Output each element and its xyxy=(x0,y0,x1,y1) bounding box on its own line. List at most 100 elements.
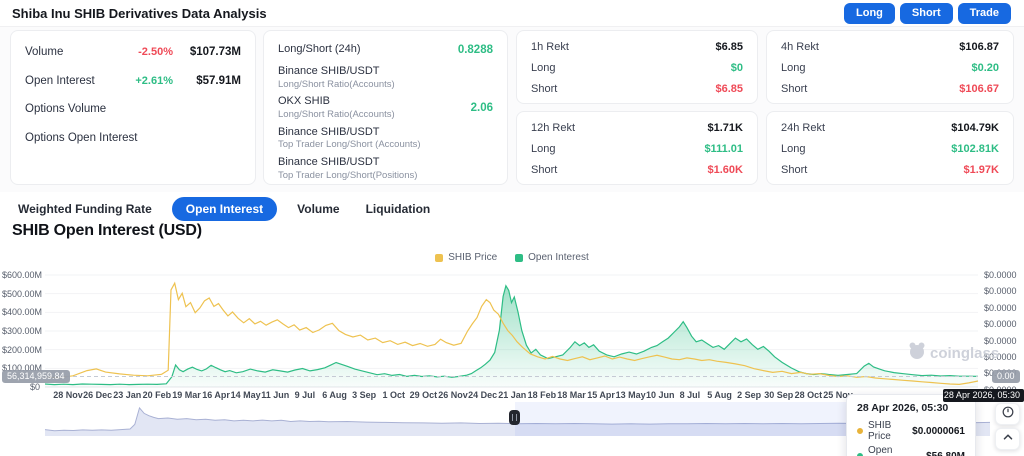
rekt-value: $1.71K xyxy=(707,121,743,134)
header-action-short[interactable]: Short xyxy=(899,3,953,24)
rekt-row: Short $1.97K xyxy=(767,159,1013,180)
rekt-label: Short xyxy=(781,163,808,176)
rekt-row: Long $0 xyxy=(517,57,757,78)
navigator-left-handle[interactable] xyxy=(509,410,521,425)
rekt-value: $106.87 xyxy=(959,40,999,53)
chart-settings-button[interactable] xyxy=(995,403,1020,425)
right-axis-tick: $0.0000 xyxy=(984,319,1017,330)
header-action-trade[interactable]: Trade xyxy=(957,3,1011,24)
ratio-texts: Binance SHIB/USDT Top Trader Long/Short(P… xyxy=(278,156,493,182)
rekt-row: Short $6.85 xyxy=(517,78,757,99)
stats-label: Open Interest xyxy=(25,74,95,87)
rekt-row: Long $102.81K xyxy=(767,138,1013,159)
legend-swatch xyxy=(435,253,444,262)
tooltip-date: 28 Apr 2026, 05:30 xyxy=(857,402,949,414)
crosshair-date-badge: 28 Apr 2026, 05:30 xyxy=(943,389,1024,402)
right-axis-tick: $0.0000 xyxy=(984,270,1017,280)
stats-label: Options Open Interest xyxy=(25,131,138,144)
ratio-subtitle: Long/Short Ratio(Accounts) xyxy=(278,109,395,121)
stats-row: Options Open Interest xyxy=(11,124,255,153)
rekt-value: $6.85 xyxy=(715,40,743,53)
rekt-label: 24h Rekt xyxy=(781,121,826,134)
tooltip-label: Open Interest xyxy=(868,445,893,456)
rekt-label: 12h Rekt xyxy=(531,121,576,134)
legend-item-shib-price[interactable]: SHIB Price xyxy=(435,252,497,263)
rekt-row: 1h Rekt $6.85 xyxy=(517,36,757,57)
left-axis-tick: $500.00M xyxy=(2,288,43,299)
tooltip-label: SHIB Price xyxy=(868,420,892,442)
ratio-texts: Binance SHIB/USDT Top Trader Long/Short (… xyxy=(278,126,493,152)
ratio-texts: OKX SHIB Long/Short Ratio(Accounts) xyxy=(278,95,471,121)
ratio-row: Binance SHIB/USDT Top Trader Long/Short (… xyxy=(264,123,507,153)
stats-value: $107.73M xyxy=(189,46,241,59)
rekt-label: 1h Rekt xyxy=(531,40,569,53)
legend-label: Open Interest xyxy=(528,252,589,263)
ratio-texts: Binance SHIB/USDT Long/Short Ratio(Accoun… xyxy=(278,65,493,91)
rekt-label: Long xyxy=(531,61,556,74)
rekt-row: Long $0.20 xyxy=(767,57,1013,78)
long-short-ratio-card: Long/Short (24h) 0.8288 Binance SHIB/USDT L… xyxy=(263,30,508,185)
ratio-title: Binance SHIB/USDT xyxy=(278,125,380,138)
volume-stats-card: Volume -2.50% $107.73M Open Interest +2.61% $… xyxy=(10,30,256,185)
rekt-label: Long xyxy=(781,61,806,74)
left-axis-tick: $200.00M xyxy=(2,344,43,355)
ratio-subtitle: Top Trader Long/Short (Accounts) xyxy=(278,139,421,151)
rekt-label: Short xyxy=(781,82,808,95)
rekt-row: Long $111.01 xyxy=(517,138,757,159)
chart-plot-area[interactable] xyxy=(45,265,978,387)
stats-value: $57.91M xyxy=(196,74,241,87)
ratio-row: Long/Short (24h) 0.8288 xyxy=(264,37,507,63)
ratio-title: Binance SHIB/USDT xyxy=(278,155,380,168)
right-axis-tick: $0.0000 xyxy=(984,302,1017,313)
ratio-row: OKX SHIB Long/Short Ratio(Accounts) 2.06 xyxy=(264,93,507,123)
stats-row: Options Volume xyxy=(11,95,255,124)
rekt-value: $0.20 xyxy=(971,61,999,74)
tab-volume[interactable]: Volume xyxy=(291,197,345,221)
current-price-badge: 0.00 xyxy=(992,370,1020,383)
ratio-row: Binance SHIB/USDT Top Trader Long/Short(P… xyxy=(264,154,507,184)
ratio-texts: Long/Short (24h) xyxy=(278,43,458,57)
rekt-value: $1.60K xyxy=(707,163,743,176)
ratio-subtitle: Long/Short Ratio(Accounts) xyxy=(278,79,395,91)
tab-liquidation[interactable]: Liquidation xyxy=(360,197,437,221)
legend-label: SHIB Price xyxy=(448,252,498,263)
rekt-row: Short $1.60K xyxy=(517,159,757,180)
rekt-card: 1h Rekt $6.85 Long $0 Short $6.85 xyxy=(516,30,758,104)
stats-row: Volume -2.50% $107.73M xyxy=(11,38,255,67)
legend-item-open-interest[interactable]: Open Interest xyxy=(515,252,589,263)
legend-swatch xyxy=(515,253,524,262)
ratio-title: OKX SHIB xyxy=(278,95,330,108)
rekt-label: 4h Rekt xyxy=(781,40,819,53)
tab-weighted-funding-rate[interactable]: Weighted Funding Rate xyxy=(12,197,158,221)
stats-label: Volume xyxy=(25,46,64,59)
chevron-up-icon xyxy=(1001,430,1015,449)
chart-title: SHIB Open Interest (USD) xyxy=(12,222,202,239)
stats-row: Open Interest +2.61% $57.91M xyxy=(11,67,255,96)
chart-tabs: Weighted Funding Rate Open Interest Volume… xyxy=(12,197,436,221)
stats-change: -2.50% xyxy=(138,46,173,59)
stats-label: Options Volume xyxy=(25,103,107,116)
ratio-row: Binance SHIB/USDT Long/Short Ratio(Accoun… xyxy=(264,63,507,93)
tooltip-value: $0.0000061 xyxy=(912,425,965,437)
rekt-value: $0 xyxy=(730,61,743,74)
tab-open-interest[interactable]: Open Interest xyxy=(171,197,278,221)
header-actions: Long Short Trade xyxy=(844,3,1011,24)
tooltip-value: $56.80M xyxy=(926,450,965,456)
header-action-long[interactable]: Long xyxy=(844,3,895,24)
rekt-card: 4h Rekt $106.87 Long $0.20 Short $106.67 xyxy=(766,30,1014,104)
ratio-value: 2.06 xyxy=(470,102,493,115)
chart-legend: SHIB Price Open Interest xyxy=(0,252,1024,263)
rekt-value: $104.79K xyxy=(951,121,999,134)
left-axis-tick: $300.00M xyxy=(2,326,43,336)
rekt-value: $111.01 xyxy=(704,142,743,155)
tooltip-row: SHIB Price $0.0000061 xyxy=(857,420,965,442)
rekt-row: 4h Rekt $106.87 xyxy=(767,36,1013,57)
left-axis-tick: $400.00M xyxy=(2,307,43,318)
scroll-to-top-button[interactable] xyxy=(995,428,1020,450)
ratio-value: 0.8288 xyxy=(457,44,493,56)
rekt-row: Short $106.67 xyxy=(767,78,1013,99)
left-axis-tick: $600.00M xyxy=(2,270,43,280)
tooltip-series-dot xyxy=(857,428,863,434)
tooltip-row: Open Interest $56.80M xyxy=(857,445,965,456)
current-open-interest-badge: 56,314,959.84 xyxy=(2,370,70,383)
